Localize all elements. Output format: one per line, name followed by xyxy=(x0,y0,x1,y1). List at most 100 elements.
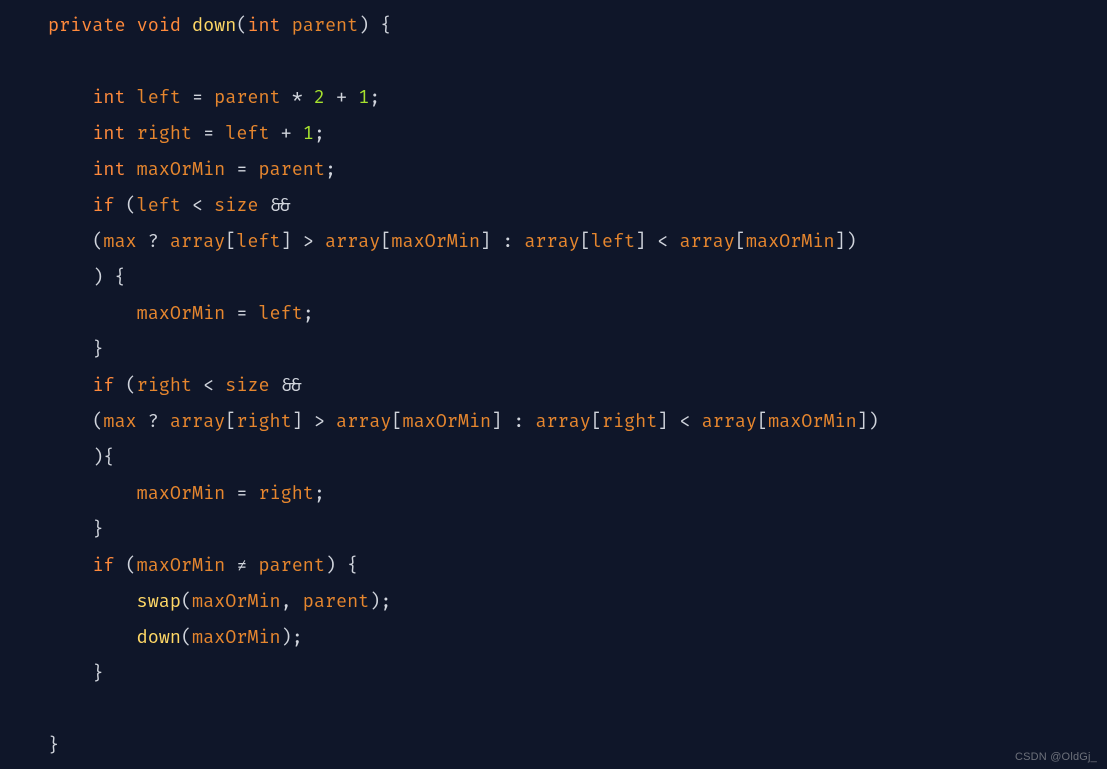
paren-open: ( xyxy=(236,14,247,37)
identifier-left: left xyxy=(137,86,181,109)
identifier-array: array xyxy=(170,230,225,253)
brace-close: } xyxy=(92,662,103,685)
number-1: 1 xyxy=(303,122,314,145)
brace-close: } xyxy=(92,518,103,541)
identifier-array: array xyxy=(524,230,579,253)
identifier-array: array xyxy=(702,410,757,433)
keyword-int: int xyxy=(247,14,280,37)
identifier-maxormin: maxOrMin xyxy=(391,230,480,253)
operator-and: && xyxy=(270,194,292,217)
number-1: 1 xyxy=(358,86,369,109)
code-block: private void down(int parent) { int left… xyxy=(0,0,1107,764)
operator-mul: * xyxy=(292,86,303,109)
number-2: 2 xyxy=(314,86,325,109)
identifier-right: right xyxy=(137,122,192,145)
operator-and: && xyxy=(281,374,303,397)
paren-open: ( xyxy=(181,626,192,649)
semicolon: ; xyxy=(325,158,336,181)
semicolon: ; xyxy=(314,122,325,145)
semicolon: ; xyxy=(303,302,314,325)
paren-open: ( xyxy=(92,230,103,253)
paren-close: ) xyxy=(92,266,103,289)
identifier-parent: parent xyxy=(258,554,324,577)
watermark: CSDN @OldGj_ xyxy=(1015,751,1097,763)
identifier-size: size xyxy=(214,194,258,217)
operator-gt: > xyxy=(314,410,325,433)
identifier-right: right xyxy=(137,374,192,397)
identifier-maxormin: maxOrMin xyxy=(768,410,857,433)
bracket-close: ] xyxy=(292,410,303,433)
bracket-open: [ xyxy=(757,410,768,433)
identifier-left: left xyxy=(591,230,635,253)
operator-ternary-colon: : xyxy=(513,410,524,433)
paren-close: ) xyxy=(325,554,336,577)
operator-assign: = xyxy=(236,158,247,181)
brace-open: { xyxy=(380,14,391,37)
identifier-maxormin: maxOrMin xyxy=(192,590,281,613)
identifier-array: array xyxy=(170,410,225,433)
identifier-array: array xyxy=(336,410,391,433)
identifier-maxormin: maxOrMin xyxy=(192,626,281,649)
operator-assign: = xyxy=(236,302,247,325)
operator-ne: ≠ xyxy=(236,554,247,577)
identifier-array: array xyxy=(325,230,380,253)
identifier-parent: parent xyxy=(258,158,324,181)
operator-assign: = xyxy=(203,122,214,145)
bracket-close: ] xyxy=(657,410,668,433)
operator-lt: < xyxy=(203,374,214,397)
comma: , xyxy=(281,590,292,613)
function-down: down xyxy=(192,14,236,37)
brace-open: { xyxy=(114,266,125,289)
identifier-maxormin: maxOrMin xyxy=(137,482,226,505)
semicolon: ; xyxy=(292,626,303,649)
identifier-right: right xyxy=(236,410,291,433)
bracket-open: [ xyxy=(225,230,236,253)
paren-close: ) xyxy=(846,230,857,253)
function-down: down xyxy=(137,626,181,649)
bracket-close: ] xyxy=(835,230,846,253)
identifier-max: max xyxy=(103,230,136,253)
bracket-open: [ xyxy=(580,230,591,253)
identifier-parent: parent xyxy=(292,14,358,37)
bracket-open: [ xyxy=(591,410,602,433)
keyword-if: if xyxy=(92,554,114,577)
operator-lt: < xyxy=(657,230,668,253)
identifier-size: size xyxy=(225,374,269,397)
keyword-int: int xyxy=(92,158,125,181)
identifier-array: array xyxy=(679,230,734,253)
operator-assign: = xyxy=(236,482,247,505)
identifier-left: left xyxy=(225,122,269,145)
operator-gt: > xyxy=(303,230,314,253)
bracket-close: ] xyxy=(635,230,646,253)
identifier-left: left xyxy=(236,230,280,253)
identifier-maxormin: maxOrMin xyxy=(137,554,226,577)
identifier-right: right xyxy=(258,482,313,505)
brace-open: { xyxy=(103,446,114,469)
brace-close: } xyxy=(92,338,103,361)
identifier-left: left xyxy=(137,194,181,217)
identifier-parent: parent xyxy=(214,86,280,109)
operator-lt: < xyxy=(192,194,203,217)
paren-close: ) xyxy=(358,14,369,37)
keyword-if: if xyxy=(92,374,114,397)
paren-close: ) xyxy=(281,626,292,649)
paren-open: ( xyxy=(126,194,137,217)
bracket-open: [ xyxy=(380,230,391,253)
brace-close: } xyxy=(48,734,59,757)
keyword-if: if xyxy=(92,194,114,217)
bracket-open: [ xyxy=(391,410,402,433)
keyword-void: void xyxy=(137,14,181,37)
paren-open: ( xyxy=(92,410,103,433)
keyword-private: private xyxy=(48,14,126,37)
bracket-close: ] xyxy=(281,230,292,253)
bracket-open: [ xyxy=(225,410,236,433)
semicolon: ; xyxy=(369,86,380,109)
paren-close: ) xyxy=(369,590,380,613)
paren-open: ( xyxy=(181,590,192,613)
bracket-open: [ xyxy=(735,230,746,253)
operator-plus: + xyxy=(281,122,292,145)
paren-close: ) xyxy=(868,410,879,433)
operator-lt: < xyxy=(679,410,690,433)
operator-plus: + xyxy=(336,86,347,109)
brace-open: { xyxy=(347,554,358,577)
